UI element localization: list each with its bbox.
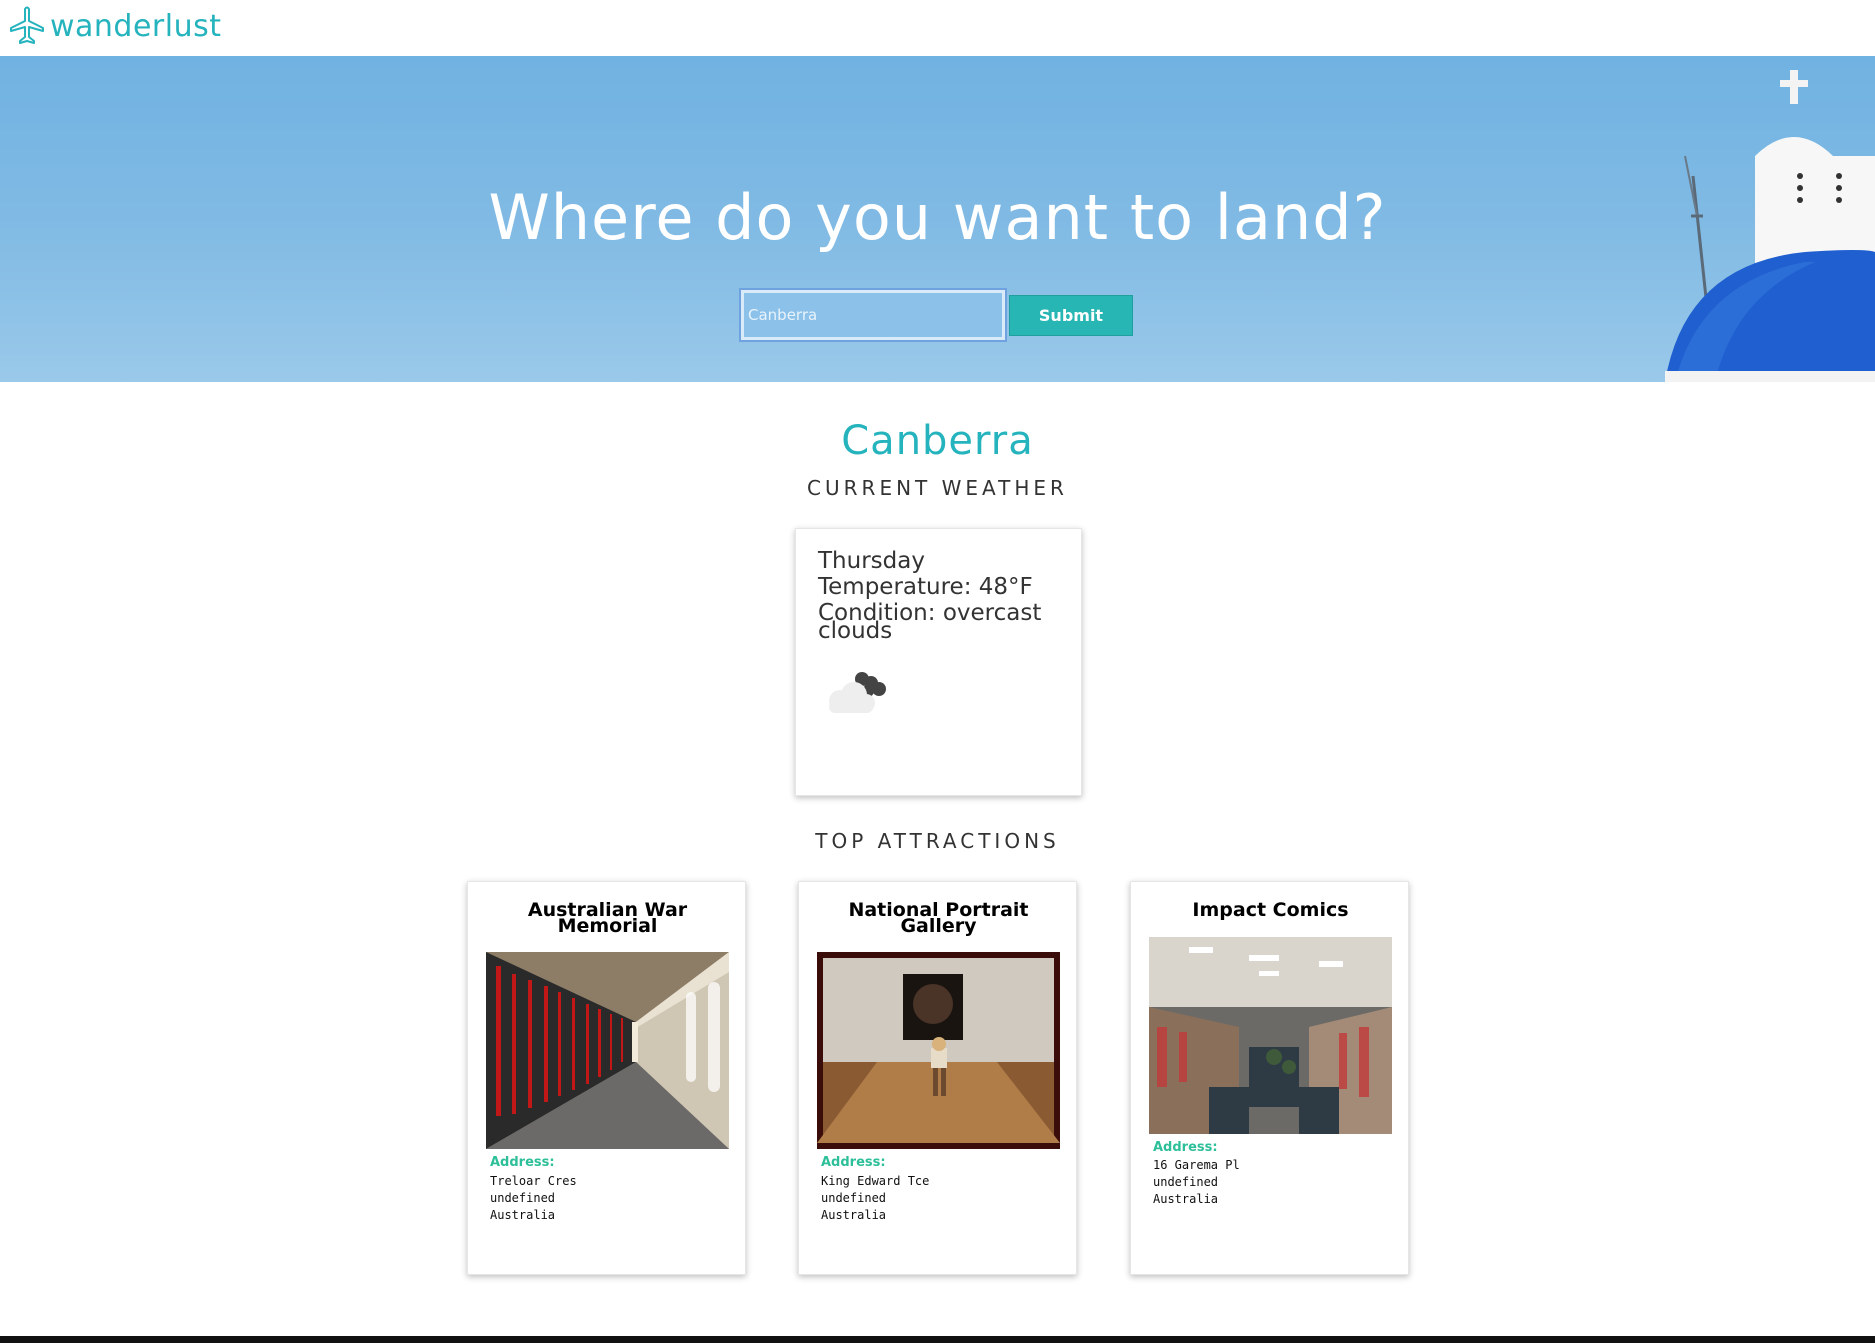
weather-condition-continued: clouds	[818, 618, 893, 644]
airplane-icon	[10, 6, 44, 44]
address-label: Address:	[490, 1155, 555, 1170]
attraction-name: National Portrait Gallery	[799, 901, 1078, 937]
address-label: Address:	[1153, 1140, 1218, 1155]
attraction-name-line: Gallery	[900, 915, 977, 937]
address-country: Australia	[821, 1208, 887, 1222]
weather-card: Thursday Temperature: 48°F Condition: ov…	[795, 528, 1082, 796]
weather-temperature: Temperature: 48°F	[818, 574, 1033, 600]
bottom-edge	[0, 1336, 1875, 1343]
attraction-name: Australian War Memorial	[468, 901, 747, 937]
destination-search-input[interactable]	[739, 288, 1007, 342]
attraction-photo	[486, 952, 729, 1149]
attraction-name: Impact Comics	[1131, 899, 1410, 921]
attraction-card-impact-comics[interactable]: Impact Comics Address: 16 Garema Pl unde…	[1130, 881, 1409, 1275]
attraction-name-line: Impact Comics	[1192, 899, 1349, 921]
top-attractions-heading: TOP ATTRACTIONS	[815, 829, 1060, 853]
address-label: Address:	[821, 1155, 886, 1170]
address-city: undefined	[490, 1191, 556, 1205]
submit-button[interactable]: Submit	[1009, 295, 1133, 336]
current-weather-heading: CURRENT WEATHER	[807, 476, 1068, 500]
address-city: undefined	[1153, 1175, 1219, 1189]
attraction-card-national-portrait-gallery[interactable]: National Portrait Gallery Address: King …	[798, 881, 1077, 1275]
address-street: Treloar Cres	[490, 1174, 577, 1188]
address-country: Australia	[1153, 1192, 1219, 1206]
attraction-name-line: Memorial	[557, 915, 658, 937]
hero-banner: Where do you want to land? Submit	[0, 56, 1875, 382]
weather-day: Thursday	[818, 548, 925, 574]
overcast-clouds-icon	[829, 672, 886, 713]
attraction-photo	[817, 952, 1060, 1149]
address-country: Australia	[490, 1208, 556, 1222]
brand-logo[interactable]: wanderlust	[8, 6, 222, 46]
top-navbar: wanderlust	[0, 0, 1875, 56]
attraction-card-australian-war-memorial[interactable]: Australian War Memorial Address: Treloar…	[467, 881, 746, 1275]
address-city: undefined	[821, 1191, 887, 1205]
address-street: King Edward Tce	[821, 1174, 930, 1188]
brand-name: wanderlust	[50, 8, 222, 44]
attraction-photo	[1149, 937, 1392, 1134]
address-street: 16 Garema Pl	[1153, 1158, 1240, 1172]
hero-title: Where do you want to land?	[488, 181, 1387, 254]
city-title: Canberra	[841, 418, 1034, 464]
